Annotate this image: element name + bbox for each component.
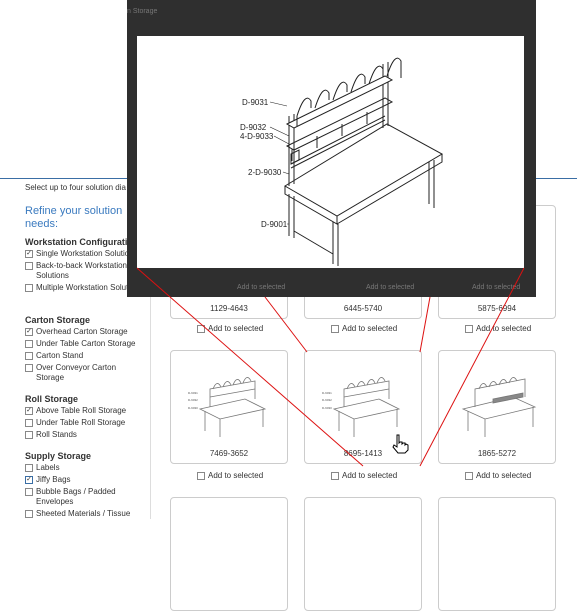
checkbox[interactable]: ✓ [25, 328, 33, 336]
filter-option[interactable]: ✓ Jiffy Bags [25, 475, 145, 485]
filter-option[interactable]: ✓ Overhead Carton Storage [25, 327, 145, 337]
checkbox[interactable] [25, 510, 33, 518]
checkbox[interactable] [25, 431, 33, 439]
card-code: 6445-5740 [343, 304, 383, 313]
solution-card[interactable] [438, 497, 556, 611]
zoomed-image-modal[interactable]: D-9031 D-9032 4-D-9033 2-D-9030 D-9001 [137, 36, 524, 268]
workstation-thumbnail: D-9031 D-9032 D-9030 [188, 377, 267, 437]
add-label: Add to selected [342, 324, 398, 333]
checkbox[interactable] [25, 284, 33, 292]
option-label: Under Table Roll Storage [36, 418, 126, 427]
diagram-labels: D-9031 D-9032 4-D-9033 2-D-9030 D-9001 [240, 98, 288, 229]
checkbox[interactable] [25, 364, 33, 372]
dimmed-text: Add to selected [366, 284, 415, 291]
add-to-selected[interactable]: Add to selected [331, 471, 397, 480]
option-label: Under Table Carton Storage [36, 339, 136, 348]
option-label: Labels [36, 463, 60, 472]
add-label: Add to selected [476, 324, 532, 333]
hand-cursor-icon [392, 434, 409, 454]
dimmed-text: n Storage [127, 8, 158, 15]
checkbox[interactable] [25, 488, 33, 496]
filter-option[interactable]: Under Table Carton Storage [25, 339, 145, 349]
add-to-selected[interactable]: Add to selected [331, 324, 397, 333]
option-label: Sheeted Materials / Tissue [36, 509, 131, 518]
checkbox[interactable]: ✓ [25, 476, 33, 484]
add-label: Add to selected [476, 471, 532, 480]
filter-option[interactable]: Over Conveyor Carton Storage [25, 363, 145, 383]
filter-group-carton: Carton Storage ✓ Overhead Carton Storage … [25, 315, 145, 385]
add-to-selected[interactable]: Add to selected [465, 471, 531, 480]
card-code: 1865-5272 [477, 449, 517, 458]
group-heading: Carton Storage [25, 315, 91, 325]
checkbox[interactable] [197, 471, 205, 480]
label-d9032: D-9032 [240, 123, 267, 132]
option-label: Single Workstation Solutio [36, 249, 130, 258]
svg-text:D-9032: D-9032 [188, 398, 198, 402]
add-label: Add to selected [208, 324, 264, 333]
add-label: Add to selected [208, 471, 264, 480]
checkbox[interactable] [25, 419, 33, 427]
filter-group-supply: Supply Storage Labels ✓ Jiffy Bags Bubble… [25, 451, 145, 521]
option-label: Overhead Carton Storage [36, 327, 128, 336]
card-code: 7469-3652 [209, 449, 249, 458]
svg-text:D-9031: D-9031 [188, 391, 198, 395]
option-label: Jiffy Bags [36, 475, 71, 484]
filter-option[interactable]: Bubble Bags / Padded Envelopes [25, 487, 145, 507]
card-code: 1129-4643 [210, 304, 248, 313]
svg-text:D-9030: D-9030 [188, 406, 198, 410]
workstation-diagram: D-9031 D-9032 4-D-9033 2-D-9030 D-9001 [240, 57, 444, 266]
checkbox[interactable]: ✓ [25, 250, 33, 258]
label-d9030: 2-D-9030 [248, 168, 282, 177]
add-to-selected[interactable]: Add to selected [197, 471, 263, 480]
workstation-thumbnail [461, 377, 537, 437]
solution-card[interactable] [304, 497, 422, 611]
option-label: Roll Stands [36, 430, 77, 439]
option-label: Above Table Roll Storage [36, 406, 127, 415]
option-label: Over Conveyor Carton Storage [36, 363, 117, 382]
label-d9033: 4-D-9033 [240, 132, 274, 141]
checkbox[interactable] [331, 471, 339, 480]
option-label: Carton Stand [36, 351, 84, 360]
intro-text: Select up to four solution dia [25, 183, 126, 192]
workstation-thumbnail: D-9031 D-9032 D-9030 [322, 377, 401, 437]
label-d9001: D-9001 [261, 220, 288, 229]
solution-card[interactable] [170, 497, 288, 611]
checkbox[interactable] [25, 340, 33, 348]
checkbox[interactable] [25, 464, 33, 472]
svg-text:D-9031: D-9031 [322, 391, 332, 395]
solution-card[interactable]: 1865-5272 [438, 350, 556, 464]
label-d9031: D-9031 [242, 98, 269, 107]
solution-card[interactable]: D-9031 D-9032 D-9030 7469-3652 [170, 350, 288, 464]
add-to-selected[interactable]: Add to selected [465, 324, 531, 333]
add-to-selected[interactable]: Add to selected [197, 324, 263, 333]
dimmed-text: Add to selected [237, 284, 286, 291]
card-code: 5875-6994 [477, 304, 517, 313]
filter-option[interactable]: Roll Stands [25, 430, 145, 440]
filter-group-roll: Roll Storage ✓ Above Table Roll Storage U… [25, 394, 145, 442]
filter-option[interactable]: Under Table Roll Storage [25, 418, 145, 428]
checkbox[interactable]: ✓ [25, 407, 33, 415]
svg-text:D-9030: D-9030 [322, 406, 332, 410]
checkbox[interactable] [331, 324, 339, 333]
checkbox[interactable] [25, 352, 33, 360]
svg-text:D-9032: D-9032 [322, 398, 332, 402]
filter-option[interactable]: Labels [25, 463, 145, 473]
checkbox[interactable] [197, 324, 205, 333]
add-label: Add to selected [342, 471, 398, 480]
group-heading: Roll Storage [25, 394, 79, 404]
option-label: Bubble Bags / Padded Envelopes [36, 487, 116, 506]
group-heading: Supply Storage [25, 451, 92, 461]
checkbox[interactable] [465, 324, 473, 333]
dimmed-text: Add to selected [472, 284, 521, 291]
checkbox[interactable] [465, 471, 473, 480]
checkbox[interactable] [25, 262, 33, 270]
filter-option[interactable]: Sheeted Materials / Tissue [25, 509, 145, 519]
refine-heading: Refine your solution needs: [25, 205, 123, 230]
filter-option[interactable]: ✓ Above Table Roll Storage [25, 406, 145, 416]
filter-option[interactable]: Carton Stand [25, 351, 145, 361]
